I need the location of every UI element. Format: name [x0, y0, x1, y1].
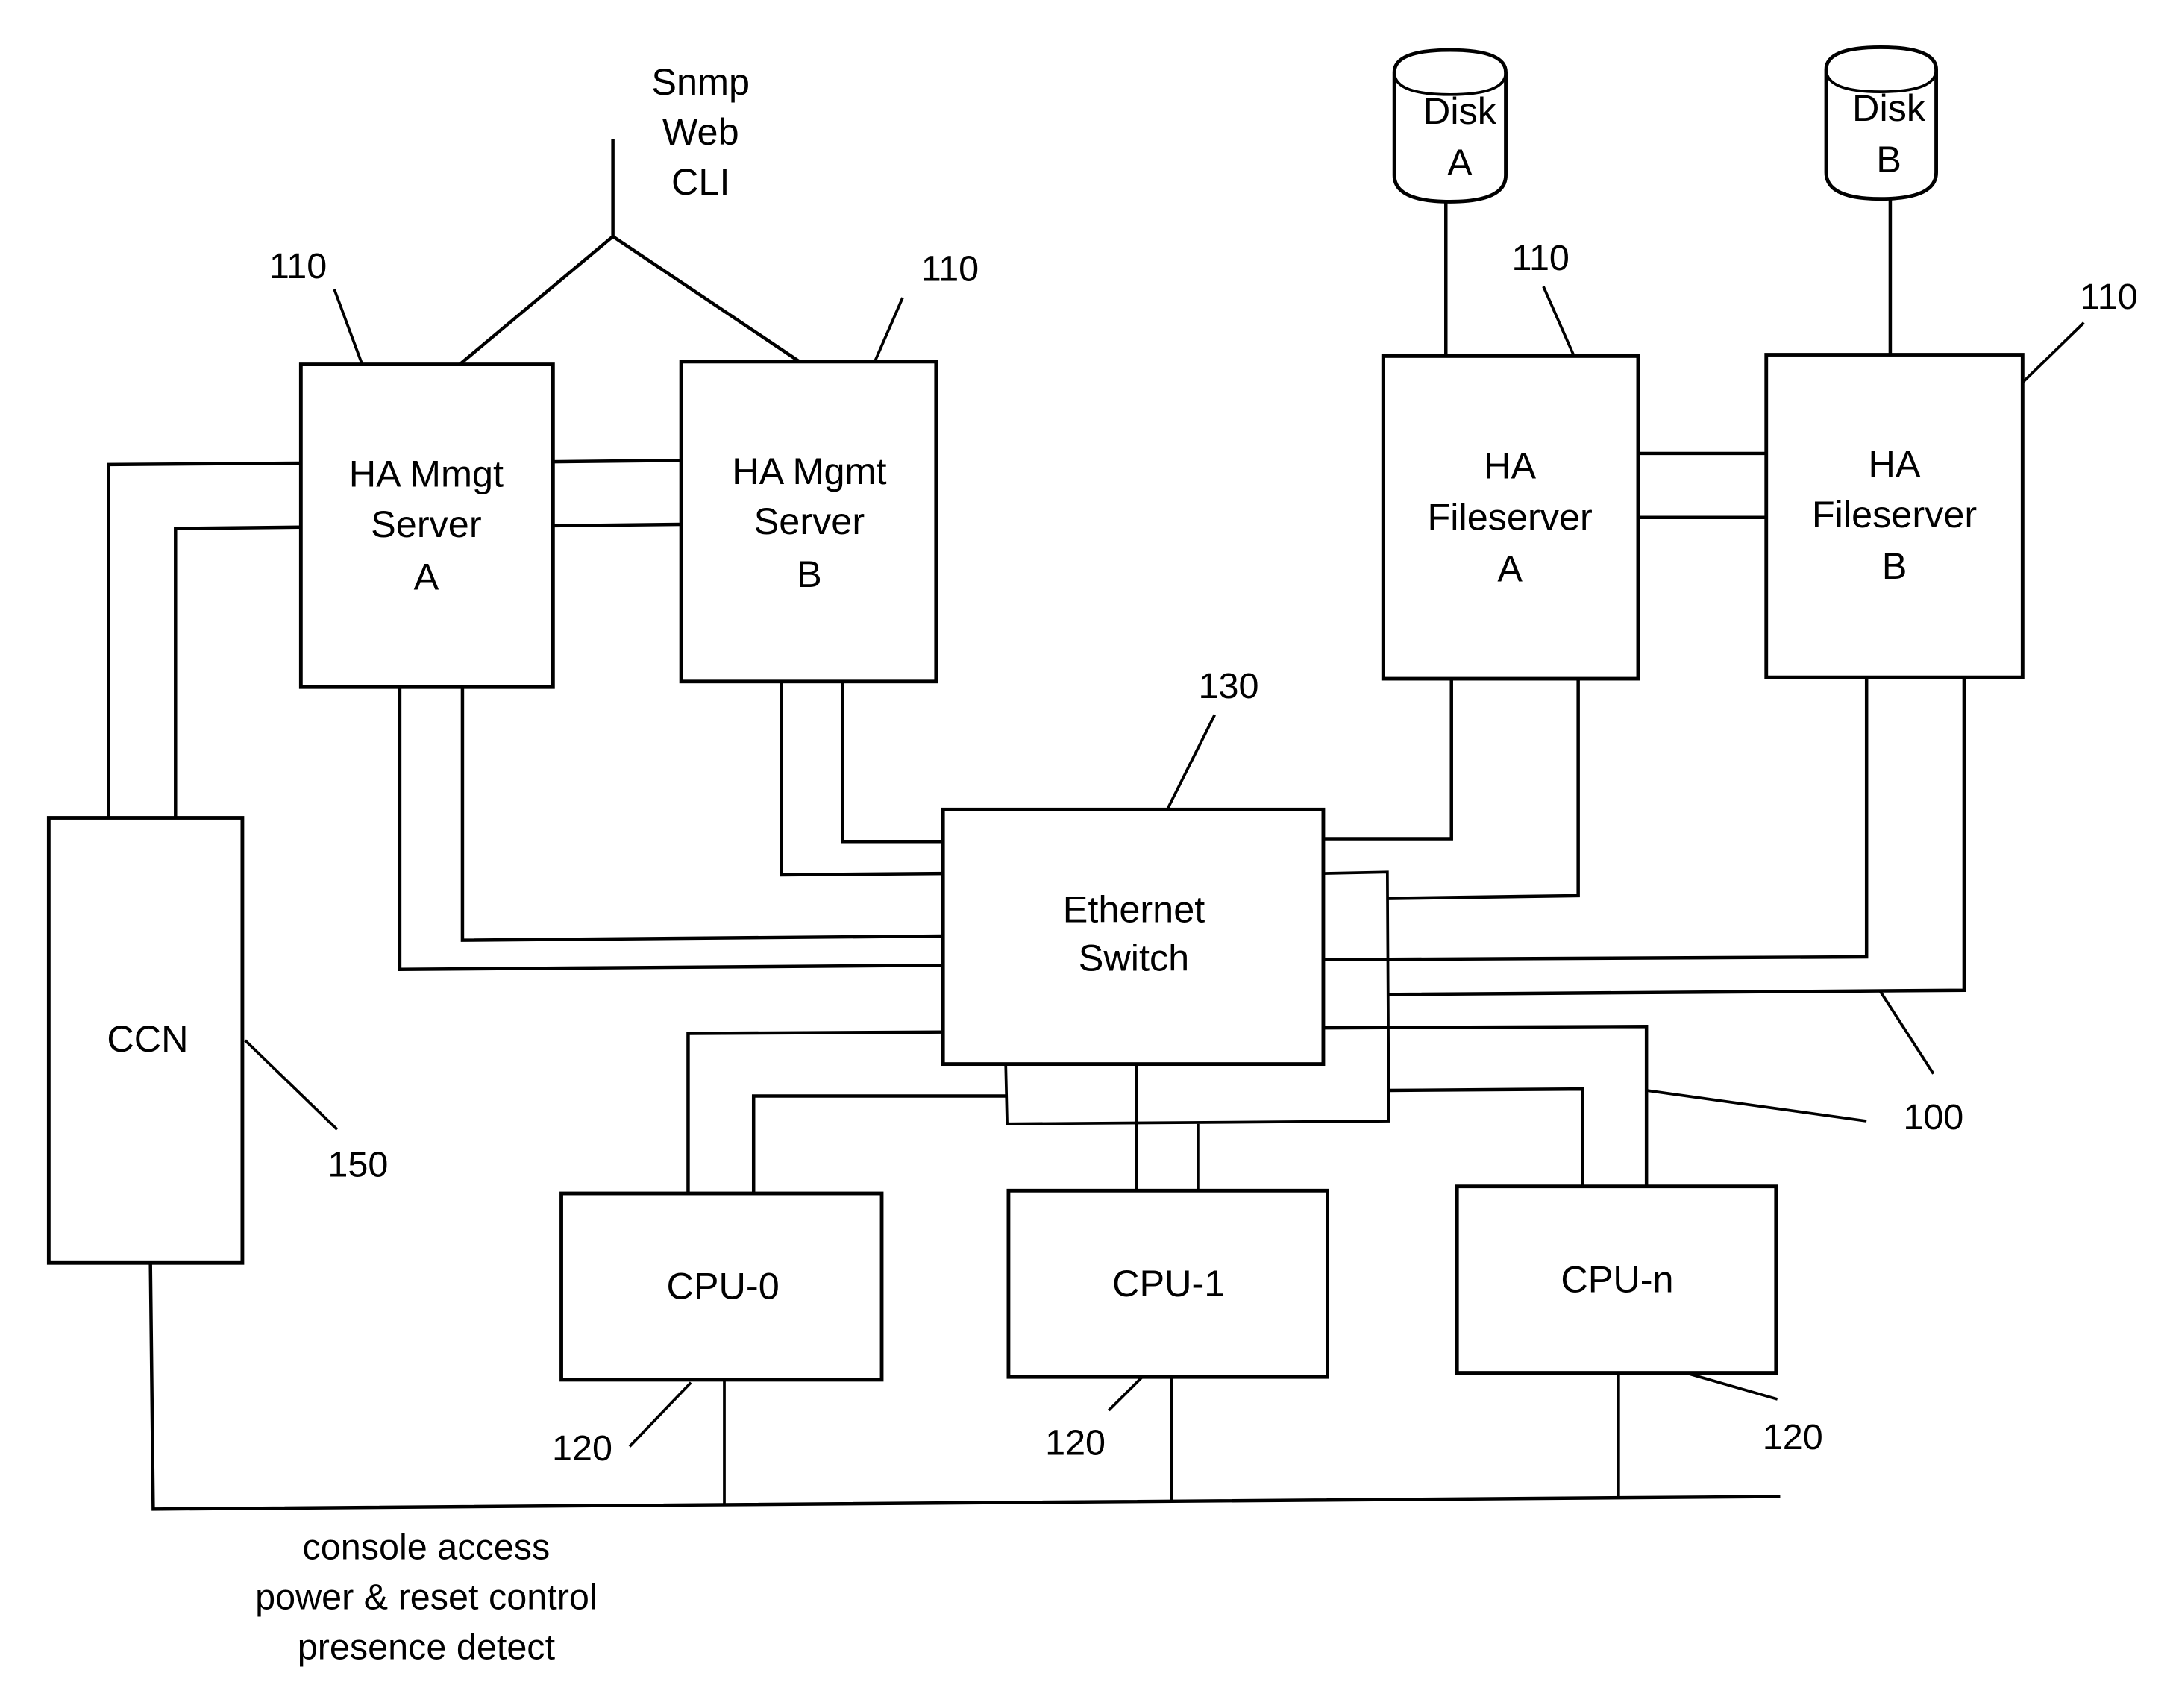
fs-a-switch-link-1 [1323, 679, 1453, 841]
ref-110-mgmt-b: 110 [921, 249, 979, 289]
ha-fileserver-a-label-2: Fileserver [1428, 496, 1593, 539]
ref-130: 130 [1198, 666, 1258, 706]
ethernet-switch-label-1: Ethernet [1063, 888, 1205, 930]
ha-mgmt-server-b-label-2: Server [754, 500, 865, 542]
mgmt-b-switch-link-2 [780, 681, 944, 877]
cpu-1[interactable]: CPU-1 [1006, 1188, 1329, 1379]
ccn-mgmt-link-2 [174, 525, 301, 818]
leader-line [333, 289, 364, 365]
cpu-n-label: CPU-n [1561, 1258, 1673, 1300]
ha-mgmt-server-b-label-1: HA Mgmt [732, 450, 886, 492]
ha-mgmt-server-a[interactable]: HA Mmgt Server A [298, 362, 555, 689]
ha-fileserver-b[interactable]: HA Fileserver B [1764, 353, 2025, 679]
disk-b-label-2: B [1876, 138, 1901, 180]
ha-mgmt-server-a-label-2: Server [371, 503, 481, 545]
ccn-node[interactable]: CCN [46, 816, 245, 1265]
cpu-0-label: CPU-0 [667, 1265, 780, 1307]
cpun-switch-link-2 [1387, 1087, 1584, 1187]
ha-fileserver-b-label-1: HA [1869, 443, 1921, 486]
snmp-label: Snmp [651, 60, 750, 103]
ha-fileserver-a[interactable]: HA Fileserver A [1381, 354, 1640, 681]
leader-line [1684, 1371, 1778, 1401]
cpu0-switch-link-1 [686, 1030, 944, 1194]
leader-line [628, 1381, 692, 1448]
ethernet-switch-label-2: Switch [1079, 937, 1189, 979]
ha-fileserver-b-label-3: B [1882, 544, 1907, 587]
disk-b-label-1: Disk [1852, 87, 1926, 129]
leader-line [244, 1039, 339, 1131]
ha-fileserver-a-label-1: HA [1484, 445, 1536, 487]
leader-line [1542, 286, 1575, 357]
ha-mgmt-server-b[interactable]: HA Mgmt Server B [679, 360, 938, 684]
ha-fileserver-b-label-2: Fileserver [1812, 493, 1977, 536]
leader-line [1166, 714, 1216, 811]
web-label: Web [662, 110, 739, 153]
ha-mgmt-server-a-label-3: A [414, 556, 439, 598]
disk-a-label-1: Disk [1423, 90, 1497, 132]
ref-110-mgmt-a: 110 [269, 246, 327, 286]
mgmt-a-switch-link-1 [460, 687, 944, 942]
fs-a-switch-link-2 [1387, 679, 1580, 900]
ccn-mgmt-link-1 [107, 461, 301, 818]
disk-a-label-2: A [1447, 141, 1473, 183]
bus-note-power-reset: power & reset control [255, 1577, 598, 1618]
ha-mgmt-server-b-label-3: B [797, 553, 822, 595]
external-access-fork [458, 234, 805, 366]
cli-label: CLI [671, 160, 730, 203]
mgmt-b-switch-link-1 [841, 681, 944, 844]
ha-mgmt-server-a-label-1: HA Mmgt [349, 453, 504, 495]
ref-100: 100 [1903, 1097, 1963, 1137]
ccn-label: CCN [107, 1017, 188, 1060]
cpu0-switch-link-2 [751, 1094, 1008, 1194]
ref-120-cpu0: 120 [552, 1428, 612, 1469]
bus-note-console-access: console access [302, 1527, 550, 1567]
mgmt-a-switch-link-2 [398, 687, 944, 972]
bus-note-presence-detect: presence detect [298, 1627, 556, 1668]
cpu-n[interactable]: CPU-n [1455, 1184, 1778, 1375]
leader-line [2022, 321, 2085, 384]
cpu-1-label: CPU-1 [1112, 1262, 1225, 1304]
leader-line [873, 297, 904, 362]
ref-120-cpun: 120 [1763, 1417, 1823, 1457]
disk-a[interactable]: Disk A [1392, 48, 1508, 204]
mgmt-interconnect-2 [553, 522, 682, 528]
ref-150: 150 [327, 1145, 388, 1185]
external-interface-label: Snmp Web CLI [651, 60, 750, 203]
leader-line [1646, 1089, 1867, 1123]
leader-line [1108, 1375, 1144, 1412]
fs-b-switch-link-1 [1323, 677, 1869, 961]
ref-110-fs-a: 110 [1512, 238, 1570, 278]
disk-b[interactable]: Disk B [1824, 45, 1938, 201]
ref-110-fs-b: 110 [2080, 277, 2137, 317]
cpu-0[interactable]: CPU-0 [559, 1191, 884, 1382]
leader-line [1879, 990, 1935, 1075]
ethernet-switch[interactable]: Ethernet Switch [941, 807, 1326, 1067]
system-diagram: Snmp Web CLI HA Mmgt Server A 110 HA Mgm… [46, 45, 2138, 1668]
ref-120-cpu1: 120 [1045, 1423, 1106, 1463]
mgmt-interconnect-1 [553, 459, 682, 464]
fs-b-switch-link-2 [1387, 677, 1966, 996]
cpun-switch-link-1 [1323, 1024, 1649, 1187]
ha-fileserver-a-label-3: A [1497, 547, 1523, 590]
